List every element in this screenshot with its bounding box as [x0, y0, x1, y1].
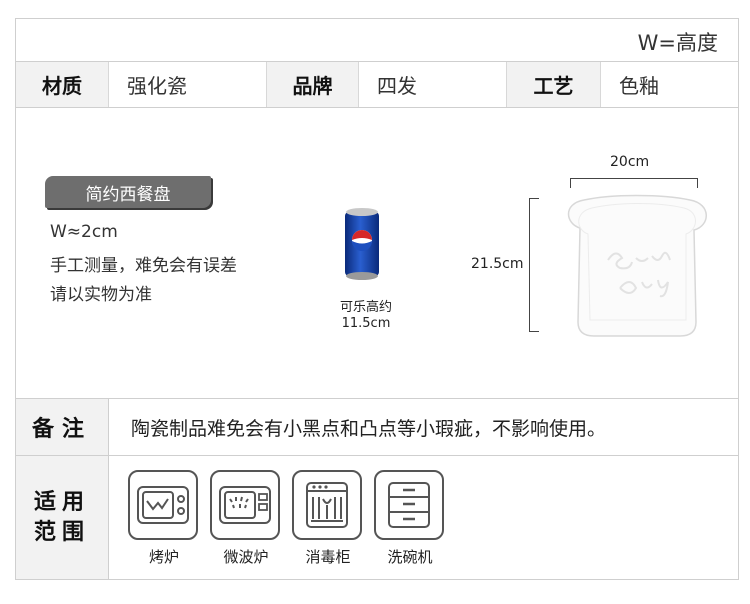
size-panel: 简约西餐盘 W≈2cm 手工测量，难免会有误差 请以实物为准 可乐高约 11.5…	[15, 108, 739, 398]
can-caption-line1: 可乐高约	[339, 300, 392, 315]
usage-label-line1: 适用	[33, 489, 90, 515]
sterilizer-cabinet-icon	[306, 482, 348, 528]
remark-text: 陶瓷制品难免会有小黑点和凸点等小瑕疵，不影响使用。	[131, 417, 607, 440]
usage-item-dishwasher: 洗碗机	[374, 470, 446, 567]
spec-key-brand: 品牌	[266, 62, 358, 107]
legend-bar: W=高度	[15, 18, 739, 62]
soda-can-image	[345, 208, 379, 280]
spec-value-material: 强化瓷	[108, 62, 266, 107]
can-caption: 可乐高约 11.5cm	[334, 300, 398, 332]
spec-value-craft: 色釉	[600, 62, 738, 107]
actual-note: 请以实物为准	[50, 285, 152, 305]
usage-label-sterilizer: 消毒柜	[305, 548, 351, 566]
usage-label-microwave: 微波炉	[223, 548, 269, 566]
spec-value-brand: 四发	[358, 62, 506, 107]
spec-key-craft: 工艺	[506, 62, 600, 107]
usage-item-oven: 烤炉	[128, 470, 200, 567]
usage-row: 适用 范围 烤炉 微波炉 消毒柜 洗碗机	[15, 456, 739, 580]
measure-note: 手工测量，难免会有误差	[50, 256, 237, 276]
can-caption-line2: 11.5cm	[341, 316, 391, 331]
remark-row: 备注 陶瓷制品难免会有小黑点和凸点等小瑕疵，不影响使用。	[15, 398, 739, 456]
oven-icon	[137, 486, 189, 524]
height-label: 21.5cm	[471, 256, 524, 272]
usage-label-dishwasher: 洗碗机	[387, 548, 433, 566]
usage-label-oven: 烤炉	[148, 548, 179, 566]
width-label: 20cm	[610, 154, 650, 170]
toast-plate-image	[567, 194, 707, 337]
usage-label-line2: 范围	[33, 519, 90, 545]
microwave-icon	[219, 486, 271, 524]
usage-item-sterilizer: 消毒柜	[292, 470, 364, 567]
height-dimension-line	[529, 198, 539, 332]
thickness-note: W≈2cm	[50, 222, 118, 242]
height-legend: W=高度	[637, 31, 718, 55]
usage-label: 适用 范围	[16, 456, 109, 579]
product-name-badge: 简约西餐盘	[45, 176, 211, 208]
dishwasher-icon	[388, 482, 430, 528]
remark-label: 备注	[16, 399, 109, 455]
spec-key-material: 材质	[16, 62, 108, 107]
width-dimension-line	[570, 178, 698, 188]
usage-item-microwave: 微波炉	[210, 470, 282, 567]
spec-row: 材质 强化瓷 品牌 四发 工艺 色釉	[15, 62, 739, 108]
